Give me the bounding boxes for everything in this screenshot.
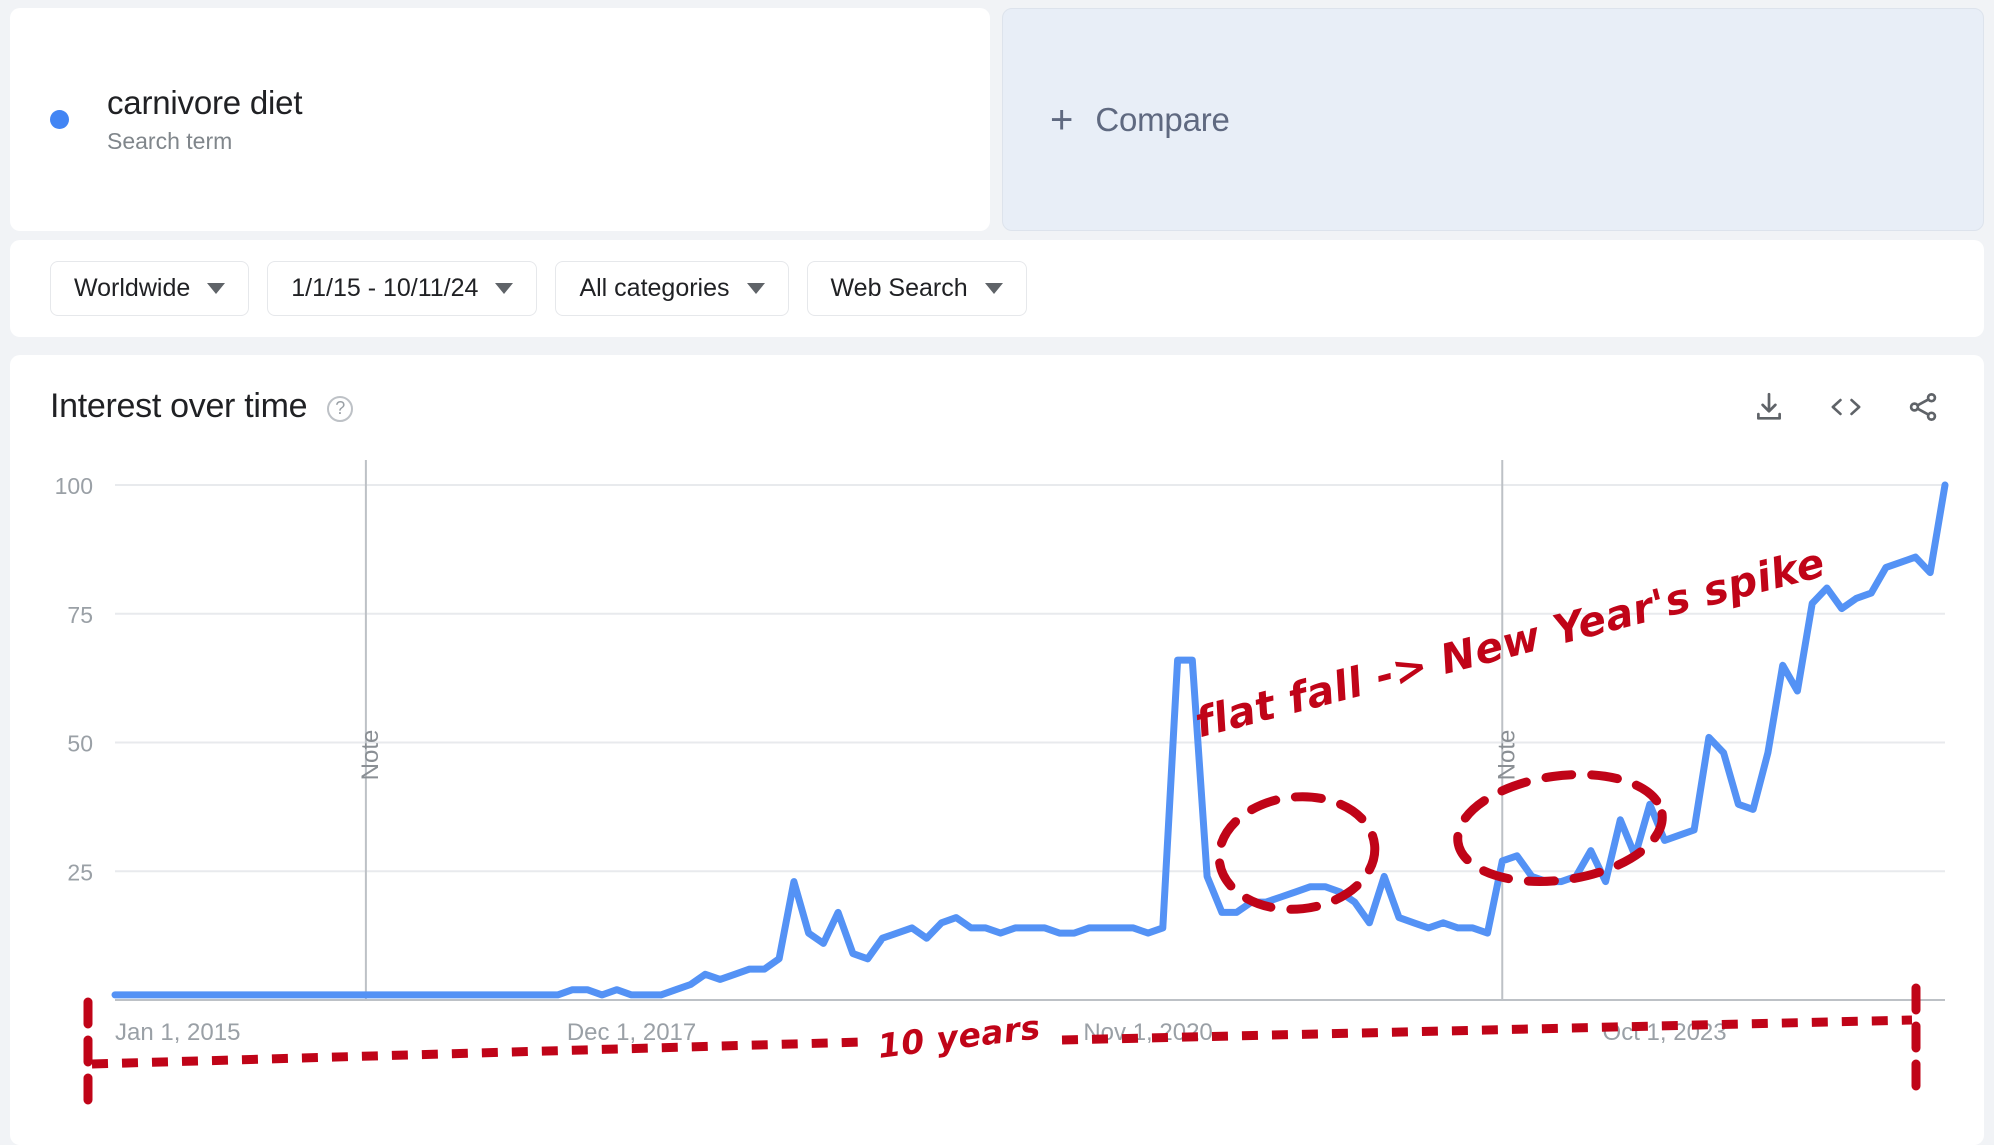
chevron-down-icon xyxy=(207,283,226,294)
ruler-span-left xyxy=(91,1037,863,1069)
plus-icon: + xyxy=(1050,97,1074,142)
compare-label: Compare xyxy=(1095,100,1230,138)
filter-search-type-label: Web Search xyxy=(830,274,968,302)
page-title: Interest over time xyxy=(50,387,308,425)
filter-location-label: Worldwide xyxy=(74,274,191,302)
chevron-down-icon xyxy=(984,283,1003,294)
chart-actions xyxy=(1752,390,1940,424)
search-term-title: carnivore diet xyxy=(107,84,303,122)
filter-bar: Worldwide 1/1/15 - 10/11/24 All categori… xyxy=(10,240,1984,337)
ruler-span-right xyxy=(1061,1015,1913,1045)
search-term-card[interactable]: carnivore diet Search term xyxy=(10,8,990,231)
help-icon[interactable]: ? xyxy=(327,395,354,422)
filter-time-range[interactable]: 1/1/15 - 10/11/24 xyxy=(267,261,538,316)
search-terms-row: carnivore diet Search term + Compare xyxy=(0,0,1994,232)
filter-category-label: All categories xyxy=(579,274,730,302)
download-icon[interactable] xyxy=(1752,390,1786,424)
chevron-down-icon xyxy=(746,283,765,294)
filter-location[interactable]: Worldwide xyxy=(50,261,250,316)
ten-year-span-ruler xyxy=(83,983,1921,1113)
note-marker-label[interactable]: Note xyxy=(357,730,384,781)
share-icon[interactable] xyxy=(1906,390,1940,424)
series-line-carnivore-diet[interactable] xyxy=(111,481,1949,999)
y-axis-tick-label: 25 xyxy=(67,859,93,885)
search-term-subtitle: Search term xyxy=(107,127,233,154)
compare-button[interactable]: + Compare xyxy=(1002,8,1984,231)
note-marker-label[interactable]: Note xyxy=(1493,730,1520,781)
filter-search-type[interactable]: Web Search xyxy=(806,261,1027,316)
filter-time-range-label: 1/1/15 - 10/11/24 xyxy=(291,274,479,302)
y-axis-tick-label: 100 xyxy=(55,473,93,499)
filter-category[interactable]: All categories xyxy=(555,261,789,316)
y-axis-tick-label: 75 xyxy=(67,602,93,628)
chevron-down-icon xyxy=(495,283,514,294)
search-term-text: carnivore diet Search term xyxy=(107,84,303,154)
embed-code-icon[interactable] xyxy=(1828,390,1864,424)
y-axis-tick-label: 50 xyxy=(67,731,93,757)
chart-header: Interest over time ? xyxy=(10,355,1984,426)
series-color-dot xyxy=(50,110,69,129)
